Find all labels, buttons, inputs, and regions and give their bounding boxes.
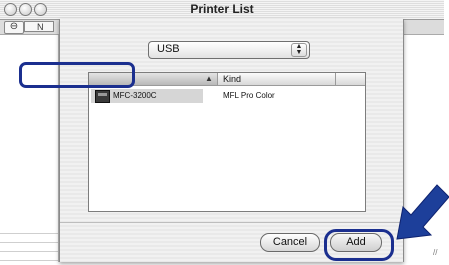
- printer-name[interactable]: MFC-3200C: [113, 90, 157, 102]
- column-header-button[interactable]: N: [24, 21, 54, 32]
- popup-arrows-icon: ▲ ▼: [291, 43, 307, 57]
- add-printer-sheet: USB ▲ ▼ ▲ Kind MFC-3200C MFL Pro Color Ca…: [59, 19, 404, 262]
- cancel-button[interactable]: Cancel: [260, 233, 320, 252]
- window-title: Printer List: [190, 2, 254, 16]
- sort-arrow-icon: ▲: [205, 74, 213, 83]
- printer-kind: MFL Pro Color: [223, 91, 275, 100]
- column-header-kind[interactable]: Kind: [223, 73, 241, 85]
- printer-table: ▲ Kind MFC-3200C MFL Pro Color: [88, 72, 366, 212]
- pointer-arrow: [396, 184, 449, 240]
- printer-row-highlight: [19, 62, 135, 88]
- divider: [60, 222, 403, 223]
- list-rows: [0, 225, 58, 265]
- resize-grip-icon[interactable]: //: [433, 248, 443, 258]
- connection-type-value: USB: [157, 43, 180, 55]
- column-divider: [335, 73, 336, 85]
- title-bar: Printer List: [0, 0, 444, 20]
- connection-type-popup[interactable]: USB ▲ ▼: [148, 41, 310, 59]
- printer-icon: [95, 90, 110, 103]
- toolbar-button[interactable]: ⊖: [4, 21, 24, 34]
